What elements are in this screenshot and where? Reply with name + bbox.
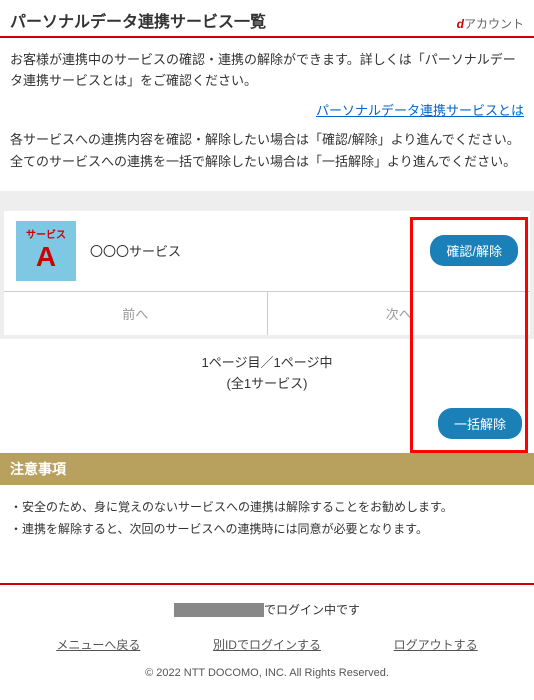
logout-link[interactable]: ログアウトする: [394, 636, 478, 653]
note-item: ・安全のため、身に覚えのないサービスへの連携は解除することをお勧めします。: [10, 497, 524, 519]
notes-header: 注意事項: [0, 453, 534, 485]
info-link[interactable]: パーソナルデータ連携サービスとは: [316, 103, 524, 118]
other-id-link[interactable]: 別IDでログインする: [213, 636, 321, 653]
service-row: サービス A 〇〇〇サービス 確認/解除: [4, 211, 530, 291]
intro-text: お客様が連携中のサービスの確認・連携の解除ができます。詳しくは「パーソナルデータ…: [10, 50, 524, 92]
pager-next[interactable]: 次へ: [268, 292, 531, 335]
copyright: © 2022 NTT DOCOMO, INC. All Rights Reser…: [0, 667, 534, 693]
bulk-remove-button[interactable]: 一括解除: [438, 408, 522, 439]
login-status: でログイン中です: [0, 585, 534, 628]
notes-list: ・安全のため、身に覚えのないサービスへの連携は解除することをお勧めします。 ・連…: [0, 485, 534, 552]
page-title: パーソナルデータ連携サービス一覧: [10, 8, 266, 32]
pager-prev[interactable]: 前へ: [4, 292, 268, 335]
page-info: 1ページ目／1ページ中 (全1サービス): [0, 339, 534, 409]
note-item: ・連携を解除すると、次回のサービスへの連携時には同意が必要となります。: [10, 519, 524, 541]
masked-id: [174, 603, 264, 617]
confirm-remove-button[interactable]: 確認/解除: [430, 235, 518, 266]
menu-link[interactable]: メニューへ戻る: [56, 636, 140, 653]
brand-logo: dアカウント: [457, 15, 524, 32]
description-text: 各サービスへの連携内容を確認・解除したい場合は「確認/解除」より進んでください。…: [10, 129, 524, 173]
service-name: 〇〇〇サービス: [90, 241, 430, 260]
service-icon: サービス A: [16, 221, 76, 281]
